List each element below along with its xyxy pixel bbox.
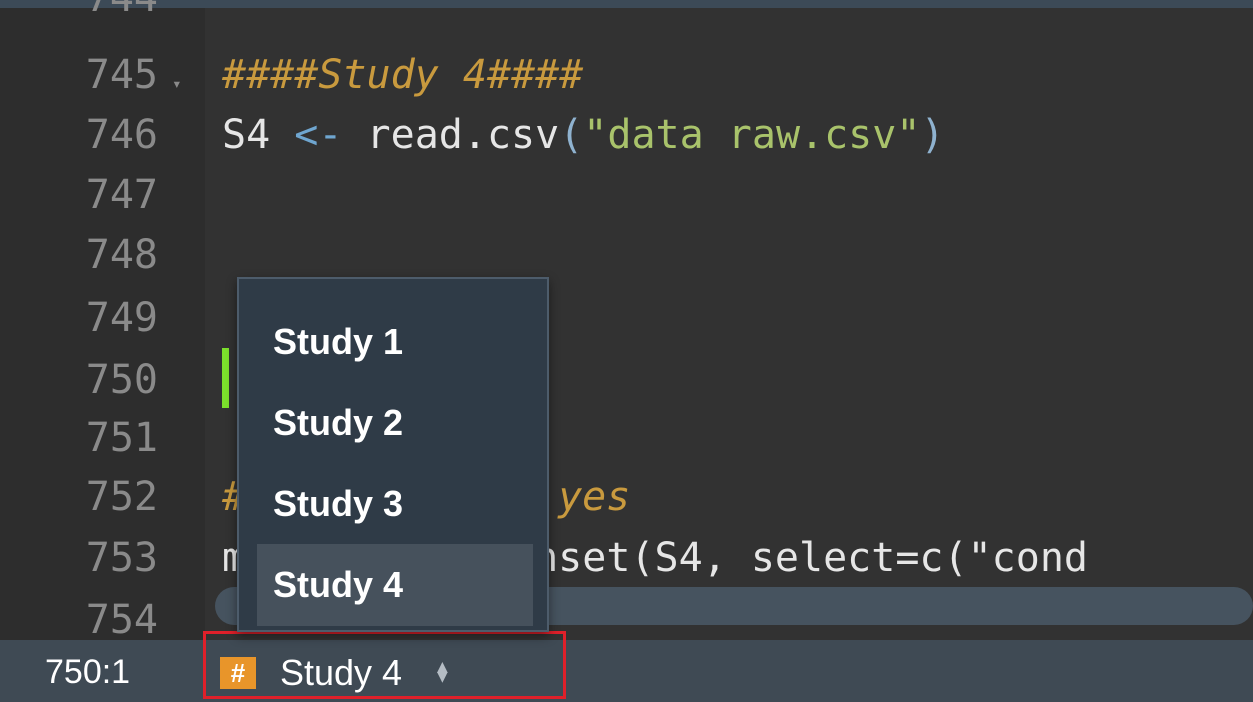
close-paren: ) bbox=[920, 112, 945, 158]
function-token: read.csv bbox=[366, 112, 560, 158]
code-line-745: ####Study 4#### bbox=[222, 45, 583, 105]
menu-item-study-4[interactable]: Study 4 bbox=[257, 544, 533, 626]
line-number: 752 bbox=[85, 474, 158, 520]
comment-text: ####Study 4#### bbox=[222, 52, 584, 98]
assign-operator: <- bbox=[294, 112, 343, 158]
status-bar: 750:1 bbox=[0, 640, 1253, 702]
line-number: 746 bbox=[85, 112, 158, 158]
line-number: 748 bbox=[85, 232, 158, 278]
line-number: 745 bbox=[85, 52, 158, 98]
string-token: "data raw.csv" bbox=[583, 112, 921, 158]
fold-toggle-icon[interactable]: ▾ bbox=[172, 74, 182, 93]
line-number: 753 bbox=[85, 535, 158, 581]
line-number: 744 bbox=[0, 0, 158, 28]
scope-selector-highlight[interactable] bbox=[203, 631, 566, 699]
line-number: 749 bbox=[85, 295, 158, 341]
code-line-746: S4 <- read.csv("data raw.csv") bbox=[222, 105, 945, 165]
line-number: 750 bbox=[85, 357, 158, 403]
line-number: 747 bbox=[85, 172, 158, 218]
editor-top-border bbox=[0, 0, 1253, 8]
variable-token: S4 bbox=[222, 112, 271, 158]
scope-popup-menu: Study 1 Study 2 Study 3 Study 4 bbox=[237, 277, 549, 632]
comment-tail: yes bbox=[558, 474, 631, 520]
text-cursor bbox=[222, 348, 229, 408]
menu-item-study-3[interactable]: Study 3 bbox=[257, 463, 533, 545]
code-partial-right: hset(S4, select=c("cond bbox=[534, 535, 1088, 581]
cursor-position: 750:1 bbox=[45, 653, 131, 691]
line-number: 751 bbox=[85, 415, 158, 461]
menu-item-study-2[interactable]: Study 2 bbox=[257, 382, 533, 464]
menu-item-study-1[interactable]: Study 1 bbox=[257, 301, 533, 383]
open-paren: ( bbox=[559, 112, 584, 158]
